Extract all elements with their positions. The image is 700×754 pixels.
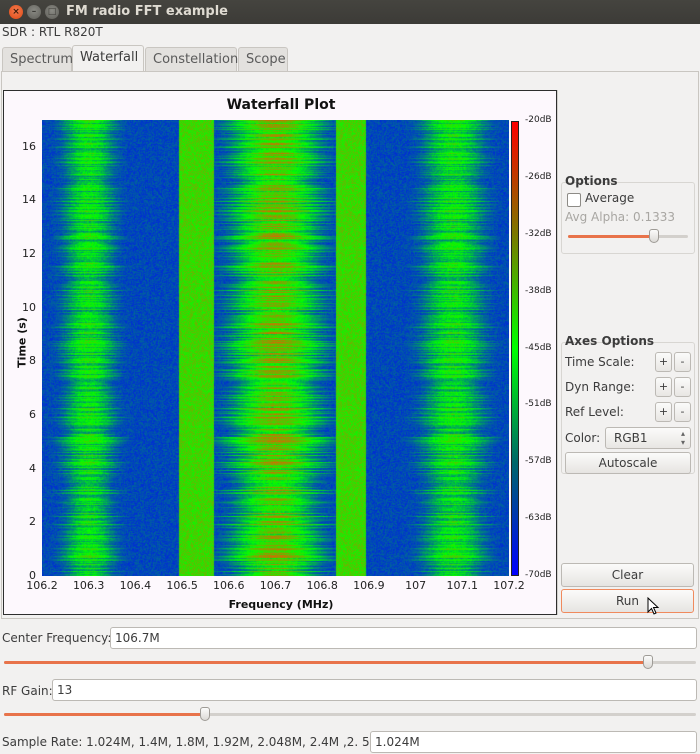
time-scale-minus-button[interactable]: - (674, 352, 691, 372)
options-title: Options (565, 174, 618, 188)
rf-gain-label: RF Gain: (2, 684, 53, 698)
minimize-icon: – (31, 7, 37, 17)
center-frequency-input[interactable]: 106.7M (110, 627, 697, 649)
tab-spectrum[interactable]: Spectrum (2, 47, 73, 71)
time-scale-plus-button[interactable]: + (655, 352, 672, 372)
sample-rate-label: Sample Rate: 1.024M, 1.4M, 1.8M, 1.92M, … (2, 735, 392, 749)
avg-alpha-slider-fill (568, 235, 655, 238)
mouse-cursor-icon (647, 597, 660, 615)
dyn-range-plus-button[interactable]: + (655, 377, 672, 397)
maximize-icon: □ (47, 7, 57, 17)
y-axis-label: Time (s) (15, 317, 29, 368)
rf-gain-input[interactable]: 13 (52, 679, 697, 701)
y-tick-label: 16 (22, 139, 36, 153)
ref-level-minus-button[interactable]: - (674, 402, 691, 422)
colorbar-tick-label: -57dB (525, 456, 552, 467)
colorbar-tick-label: -38dB (525, 285, 552, 296)
side-panel: Options Average Avg Alpha: 0.1333 Axes O… (557, 90, 697, 615)
window-minimize-button[interactable]: – (27, 5, 41, 19)
avg-alpha-slider-handle[interactable] (649, 229, 660, 243)
colorbar-tick-label: -32dB (525, 228, 552, 239)
x-tick-label: 106.3 (72, 579, 105, 592)
tab-waterfall[interactable]: Waterfall (72, 45, 144, 72)
color-select-value: RGB1 (614, 431, 648, 445)
spin-arrows-icon: ▴ ▾ (680, 429, 685, 447)
rf-gain-slider-fill (4, 713, 205, 716)
center-frequency-slider-fill (4, 661, 648, 664)
ref-level-plus-button[interactable]: + (655, 402, 672, 422)
tab-constellation[interactable]: Constellation (145, 47, 238, 71)
autoscale-button[interactable]: Autoscale (565, 452, 691, 474)
colorbar-tick-label: -20dB (525, 115, 552, 125)
center-frequency-slider-handle[interactable] (642, 655, 653, 669)
colorbar-tick-label: -26dB (525, 171, 552, 182)
average-label: Average (585, 191, 635, 205)
dyn-range-label: Dyn Range: (565, 380, 635, 394)
ref-level-label: Ref Level: (565, 405, 624, 419)
tab-scope[interactable]: Scope (238, 47, 288, 71)
x-tick-label: 106.9 (353, 579, 385, 592)
y-tick-label: 14 (22, 193, 36, 207)
x-tick-label: 106.6 (213, 579, 245, 592)
colorbar-tick-label: -70dB (525, 570, 552, 580)
dyn-range-minus-button[interactable]: - (674, 377, 691, 397)
x-axis-label: Frequency (MHz) (228, 598, 334, 611)
average-checkbox[interactable] (567, 193, 581, 207)
x-tick-label: 107 (405, 579, 427, 592)
x-tick-label: 106.4 (119, 579, 152, 592)
avg-alpha-label: Avg Alpha: 0.1333 (565, 210, 676, 224)
window-title: FM radio FFT example (66, 4, 228, 19)
colorbar (511, 121, 519, 576)
center-frequency-label: Center Frequency: (2, 631, 112, 645)
x-tick-label: 106.2 (26, 579, 58, 592)
rf-gain-slider-handle[interactable] (199, 707, 210, 721)
sample-rate-input[interactable]: 1.024M (370, 731, 697, 753)
plot-title: Waterfall Plot (226, 97, 336, 113)
x-tick-label: 106.5 (166, 579, 198, 592)
window-maximize-button[interactable]: □ (45, 5, 59, 19)
run-button[interactable]: Run (561, 589, 694, 613)
x-tick-label: 106.8 (306, 579, 338, 592)
y-tick-label: 6 (29, 408, 36, 422)
y-tick-label: 2 (29, 515, 36, 529)
window-close-button[interactable]: × (9, 5, 23, 19)
colorbar-tick-label: -51dB (525, 399, 552, 410)
y-tick-label: 12 (22, 247, 36, 261)
colorbar-tick-label: -45dB (525, 342, 552, 353)
close-icon: × (12, 7, 20, 17)
sdr-label: SDR : RTL R820T (2, 25, 103, 39)
axes-options-title: Axes Options (565, 334, 655, 348)
x-tick-label: 107.2 (493, 579, 525, 592)
colorbar-tick-label: -63dB (525, 513, 552, 524)
waterfall-plot: Waterfall Plot 0 2 4 6 8 10 12 14 16 106.2 106.3 1… (3, 90, 557, 615)
time-scale-label: Time Scale: (565, 355, 635, 369)
color-select[interactable]: RGB1 ▴ ▾ (605, 427, 691, 449)
color-label: Color: (565, 431, 601, 445)
waterfall-heatmap[interactable] (42, 120, 509, 576)
y-tick-label: 4 (29, 461, 36, 475)
title-bar: × – □ FM radio FFT example (0, 0, 700, 24)
x-tick-label: 106.7 (259, 579, 292, 592)
clear-button[interactable]: Clear (561, 563, 694, 587)
x-tick-label: 107.1 (446, 579, 479, 592)
